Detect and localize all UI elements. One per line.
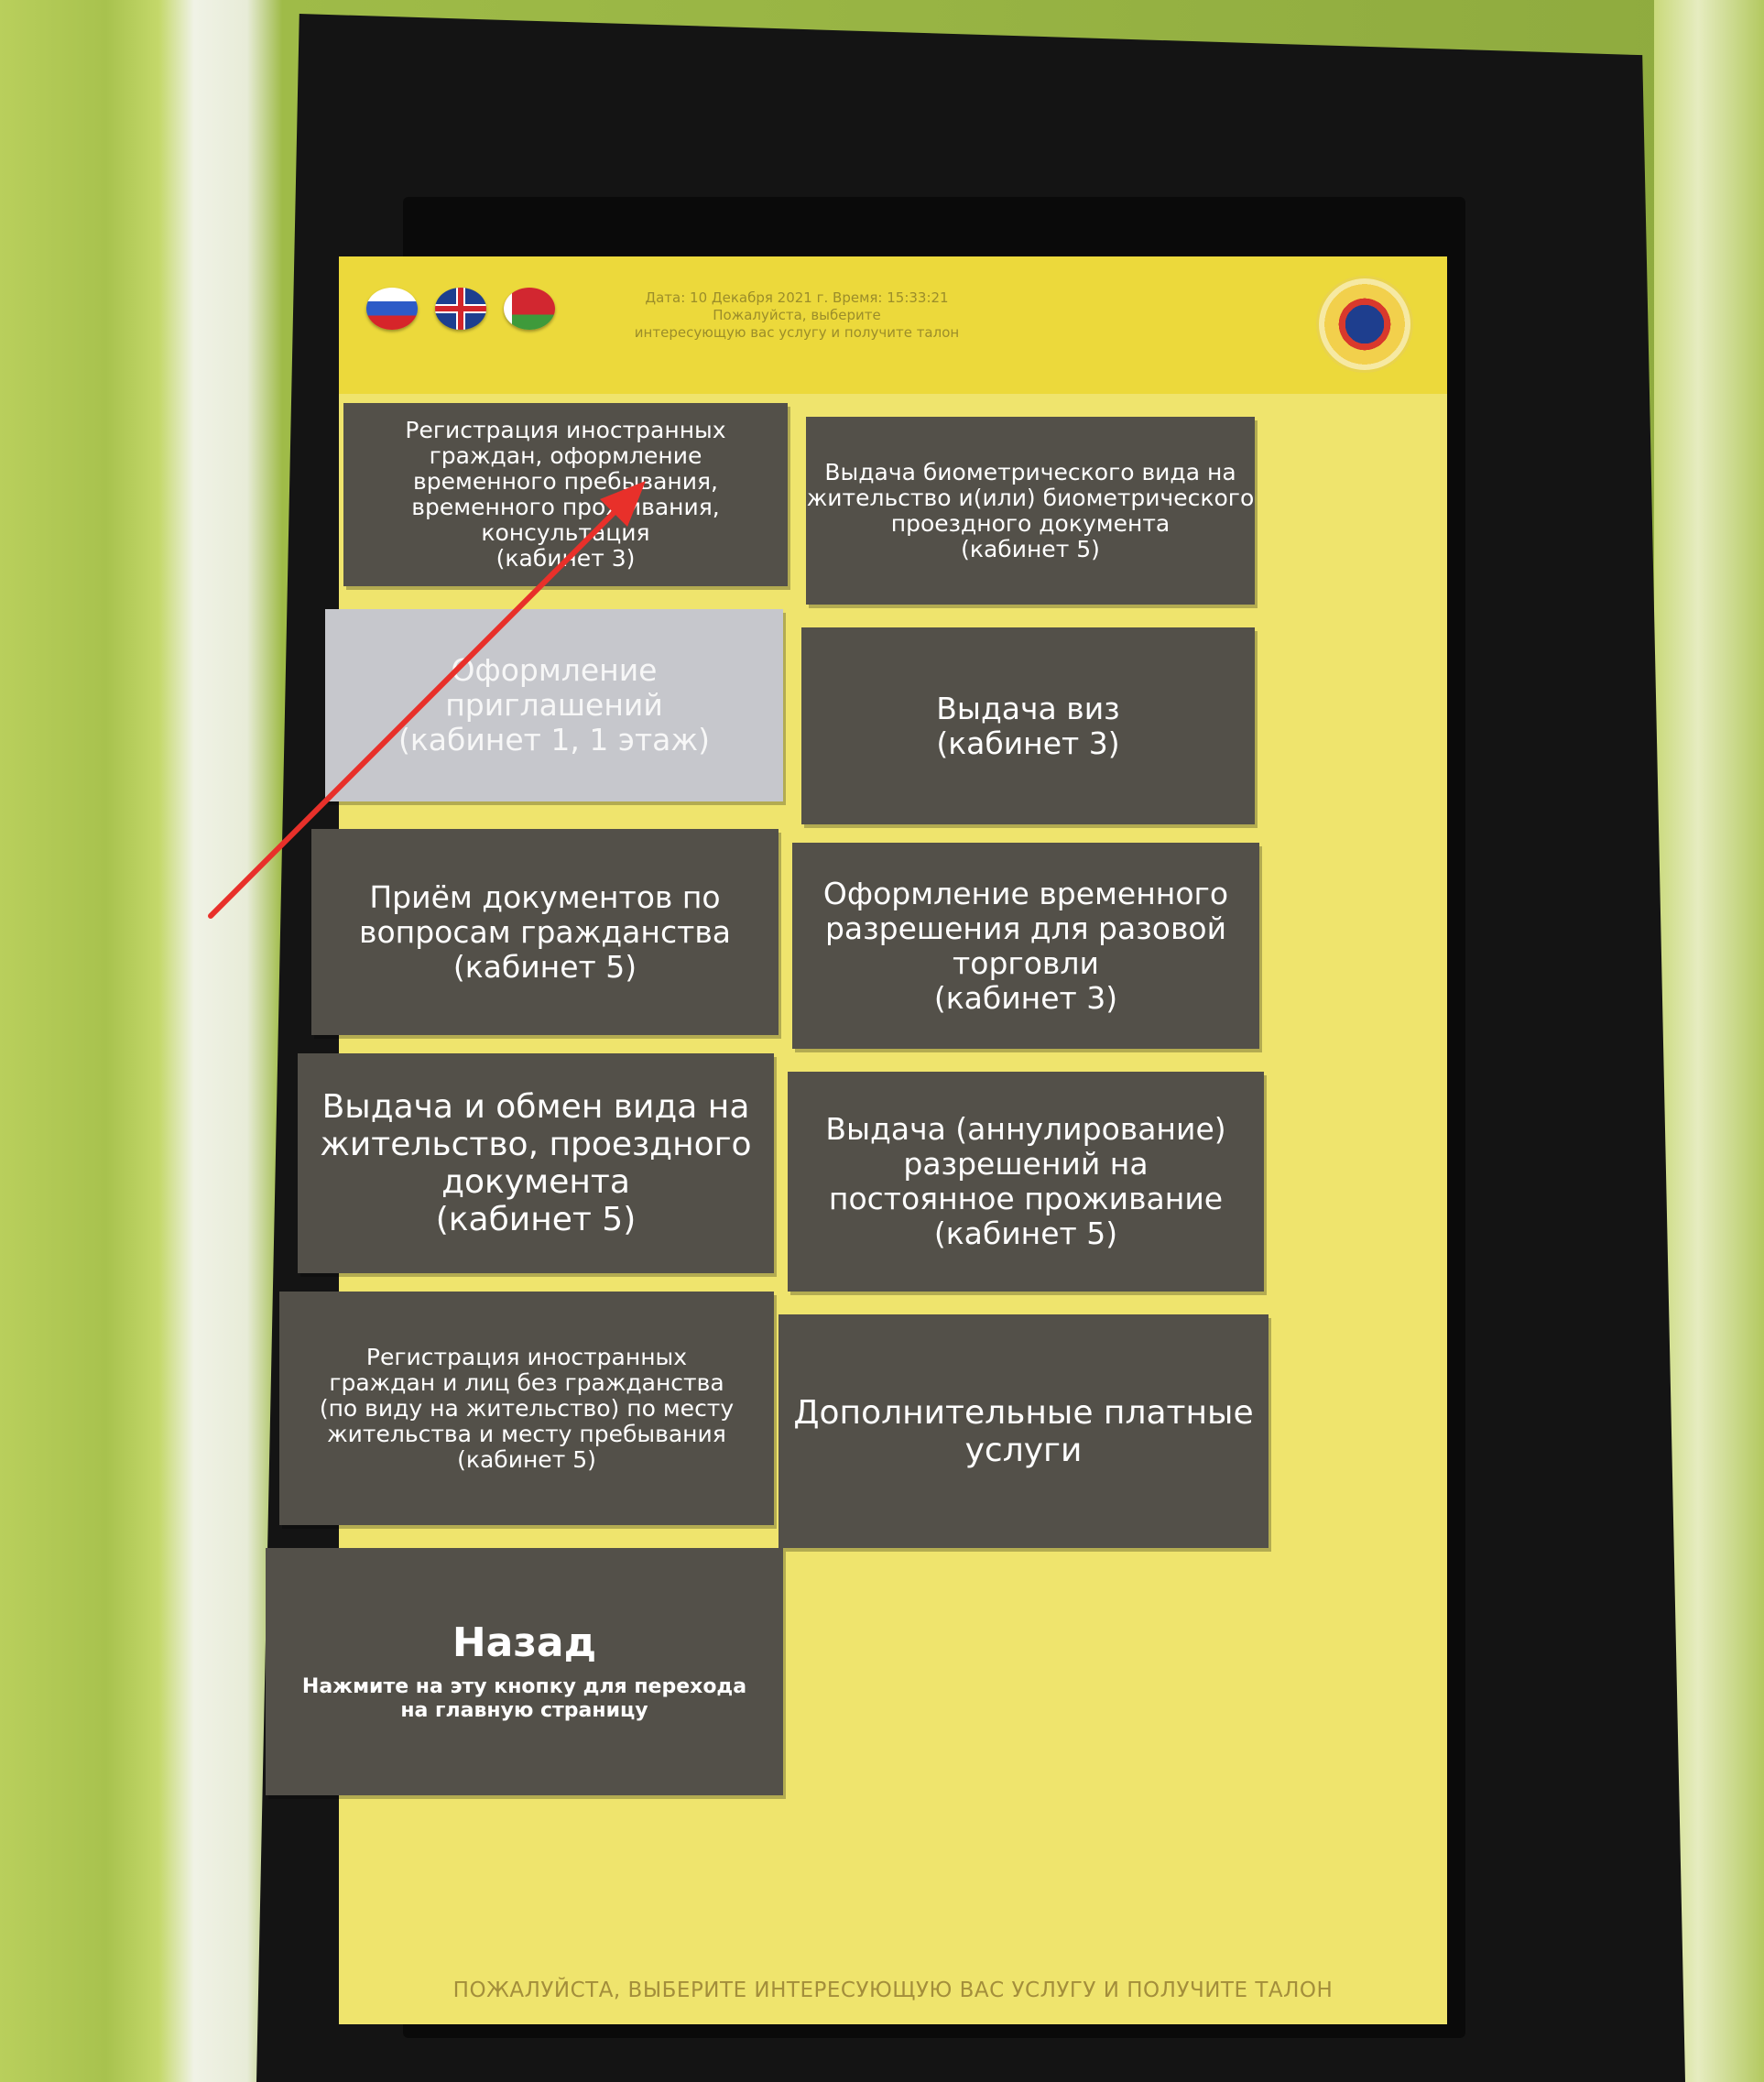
service-label-line: вопросам гражданства	[359, 913, 731, 950]
service-label-line: Выдача биометрического вида на	[824, 458, 1236, 485]
uk-flag-icon[interactable]	[435, 288, 486, 330]
back-button[interactable]: Назад Нажмите на эту кнопку для перехода…	[266, 1548, 783, 1795]
prompt-line-2: интересующую вас услугу и получите талон	[634, 324, 960, 341]
header-info: Дата: 10 Декабря 2021 г. Время: 15:33:21…	[591, 289, 1003, 342]
service-label-line: Выдача виз	[936, 690, 1120, 726]
service-label-line: постоянное проживание	[828, 1181, 1224, 1216]
back-button-subtitle-2: на главную страницу	[400, 1699, 648, 1722]
service-label-line: (кабинет 5)	[452, 948, 637, 985]
service-label-line: Выдача и обмен вида на	[321, 1088, 750, 1126]
service-label-line: проездного документа	[890, 509, 1171, 537]
service-label-line: жительство, проездного	[320, 1126, 752, 1163]
service-label-line: разрешений на	[903, 1146, 1149, 1182]
top-bar: Дата: 10 Декабря 2021 г. Время: 15:33:21…	[339, 256, 1447, 394]
service-label-line: временного пребывания,	[413, 468, 718, 495]
service-button-registration-stateless[interactable]: Регистрация иностранных граждан и лиц бе…	[279, 1292, 774, 1525]
service-label-line: услуги	[964, 1431, 1083, 1469]
service-label-line: (кабинет 5)	[457, 1445, 596, 1473]
service-label-line: консультация	[481, 519, 650, 546]
emblem-icon	[1319, 278, 1410, 370]
service-label-line: Оформление	[451, 652, 658, 688]
service-label-line: Оформление временного	[822, 875, 1229, 911]
service-button-visas[interactable]: Выдача виз (кабинет 3)	[801, 627, 1255, 824]
service-label-line: (по виду на жительство) по месту	[319, 1394, 735, 1422]
service-label-line: разрешения для разовой	[824, 910, 1227, 946]
service-label-line: жительство и(или) биометрического	[806, 484, 1255, 511]
service-label-line: Дополнительные платные	[793, 1393, 1254, 1432]
service-label-line: Регистрация иностранных	[365, 1343, 688, 1370]
service-label-line: Регистрация иностранных	[405, 417, 726, 443]
service-label-line: (кабинет 5)	[961, 535, 1100, 562]
service-label-line: граждан, оформление	[429, 442, 702, 469]
service-button-permanent-residence[interactable]: Выдача (аннулирование) разрешений на пос…	[788, 1072, 1264, 1292]
service-label-line: (кабинет 5)	[435, 1201, 637, 1238]
service-label-line: Приём документов по	[369, 878, 721, 915]
date-time-line: Дата: 10 Декабря 2021 г. Время: 15:33:21	[645, 289, 949, 306]
service-label-line: временного проживания,	[411, 494, 720, 520]
service-label-line: торговли	[953, 944, 1099, 981]
back-button-title: Назад	[452, 1619, 597, 1666]
service-button-residence-exchange[interactable]: Выдача и обмен вида на жительство, проез…	[298, 1053, 774, 1273]
service-button-registration[interactable]: Регистрация иностранных граждан, оформле…	[343, 403, 788, 586]
prompt-line-1: Пожалуйста, выберите	[713, 307, 881, 323]
service-label-line: (кабинет 5)	[933, 1215, 1118, 1251]
kiosk-screen: Дата: 10 Декабря 2021 г. Время: 15:33:21…	[266, 256, 1447, 2024]
service-label-line: приглашений	[445, 687, 663, 723]
service-label-line: Выдача (аннулирование)	[825, 1111, 1226, 1147]
by-flag-icon[interactable]	[504, 288, 555, 330]
service-label-line: (кабинет 3)	[495, 545, 636, 572]
footer-prompt: ПОЖАЛУЙСТА, ВЫБЕРИТЕ ИНТЕРЕСУЮЩУЮ ВАС УС…	[452, 1978, 1334, 2002]
service-button-citizenship[interactable]: Приём документов по вопросам гражданства…	[311, 829, 779, 1035]
service-button-invitations[interactable]: Оформление приглашений (кабинет 1, 1 эта…	[325, 609, 783, 801]
service-button-paid-services[interactable]: Дополнительные платные услуги	[779, 1314, 1269, 1548]
service-button-biometric-residence[interactable]: Выдача биометрического вида на жительств…	[806, 417, 1255, 605]
back-button-subtitle-1: Нажмите на эту кнопку для перехода	[301, 1675, 747, 1698]
service-label-line: (кабинет 3)	[936, 725, 1120, 761]
service-label-line: документа	[441, 1163, 630, 1201]
service-label-line: жительства и месту пребывания	[327, 1420, 726, 1447]
ru-flag-icon[interactable]	[366, 288, 418, 330]
service-label-line: (кабинет 1, 1 этаж)	[397, 722, 711, 758]
service-button-trade-permit[interactable]: Оформление временного разрешения для раз…	[792, 843, 1259, 1049]
service-label-line: (кабинет 3)	[933, 979, 1118, 1016]
service-label-line: граждан и лиц без гражданства	[329, 1368, 724, 1396]
